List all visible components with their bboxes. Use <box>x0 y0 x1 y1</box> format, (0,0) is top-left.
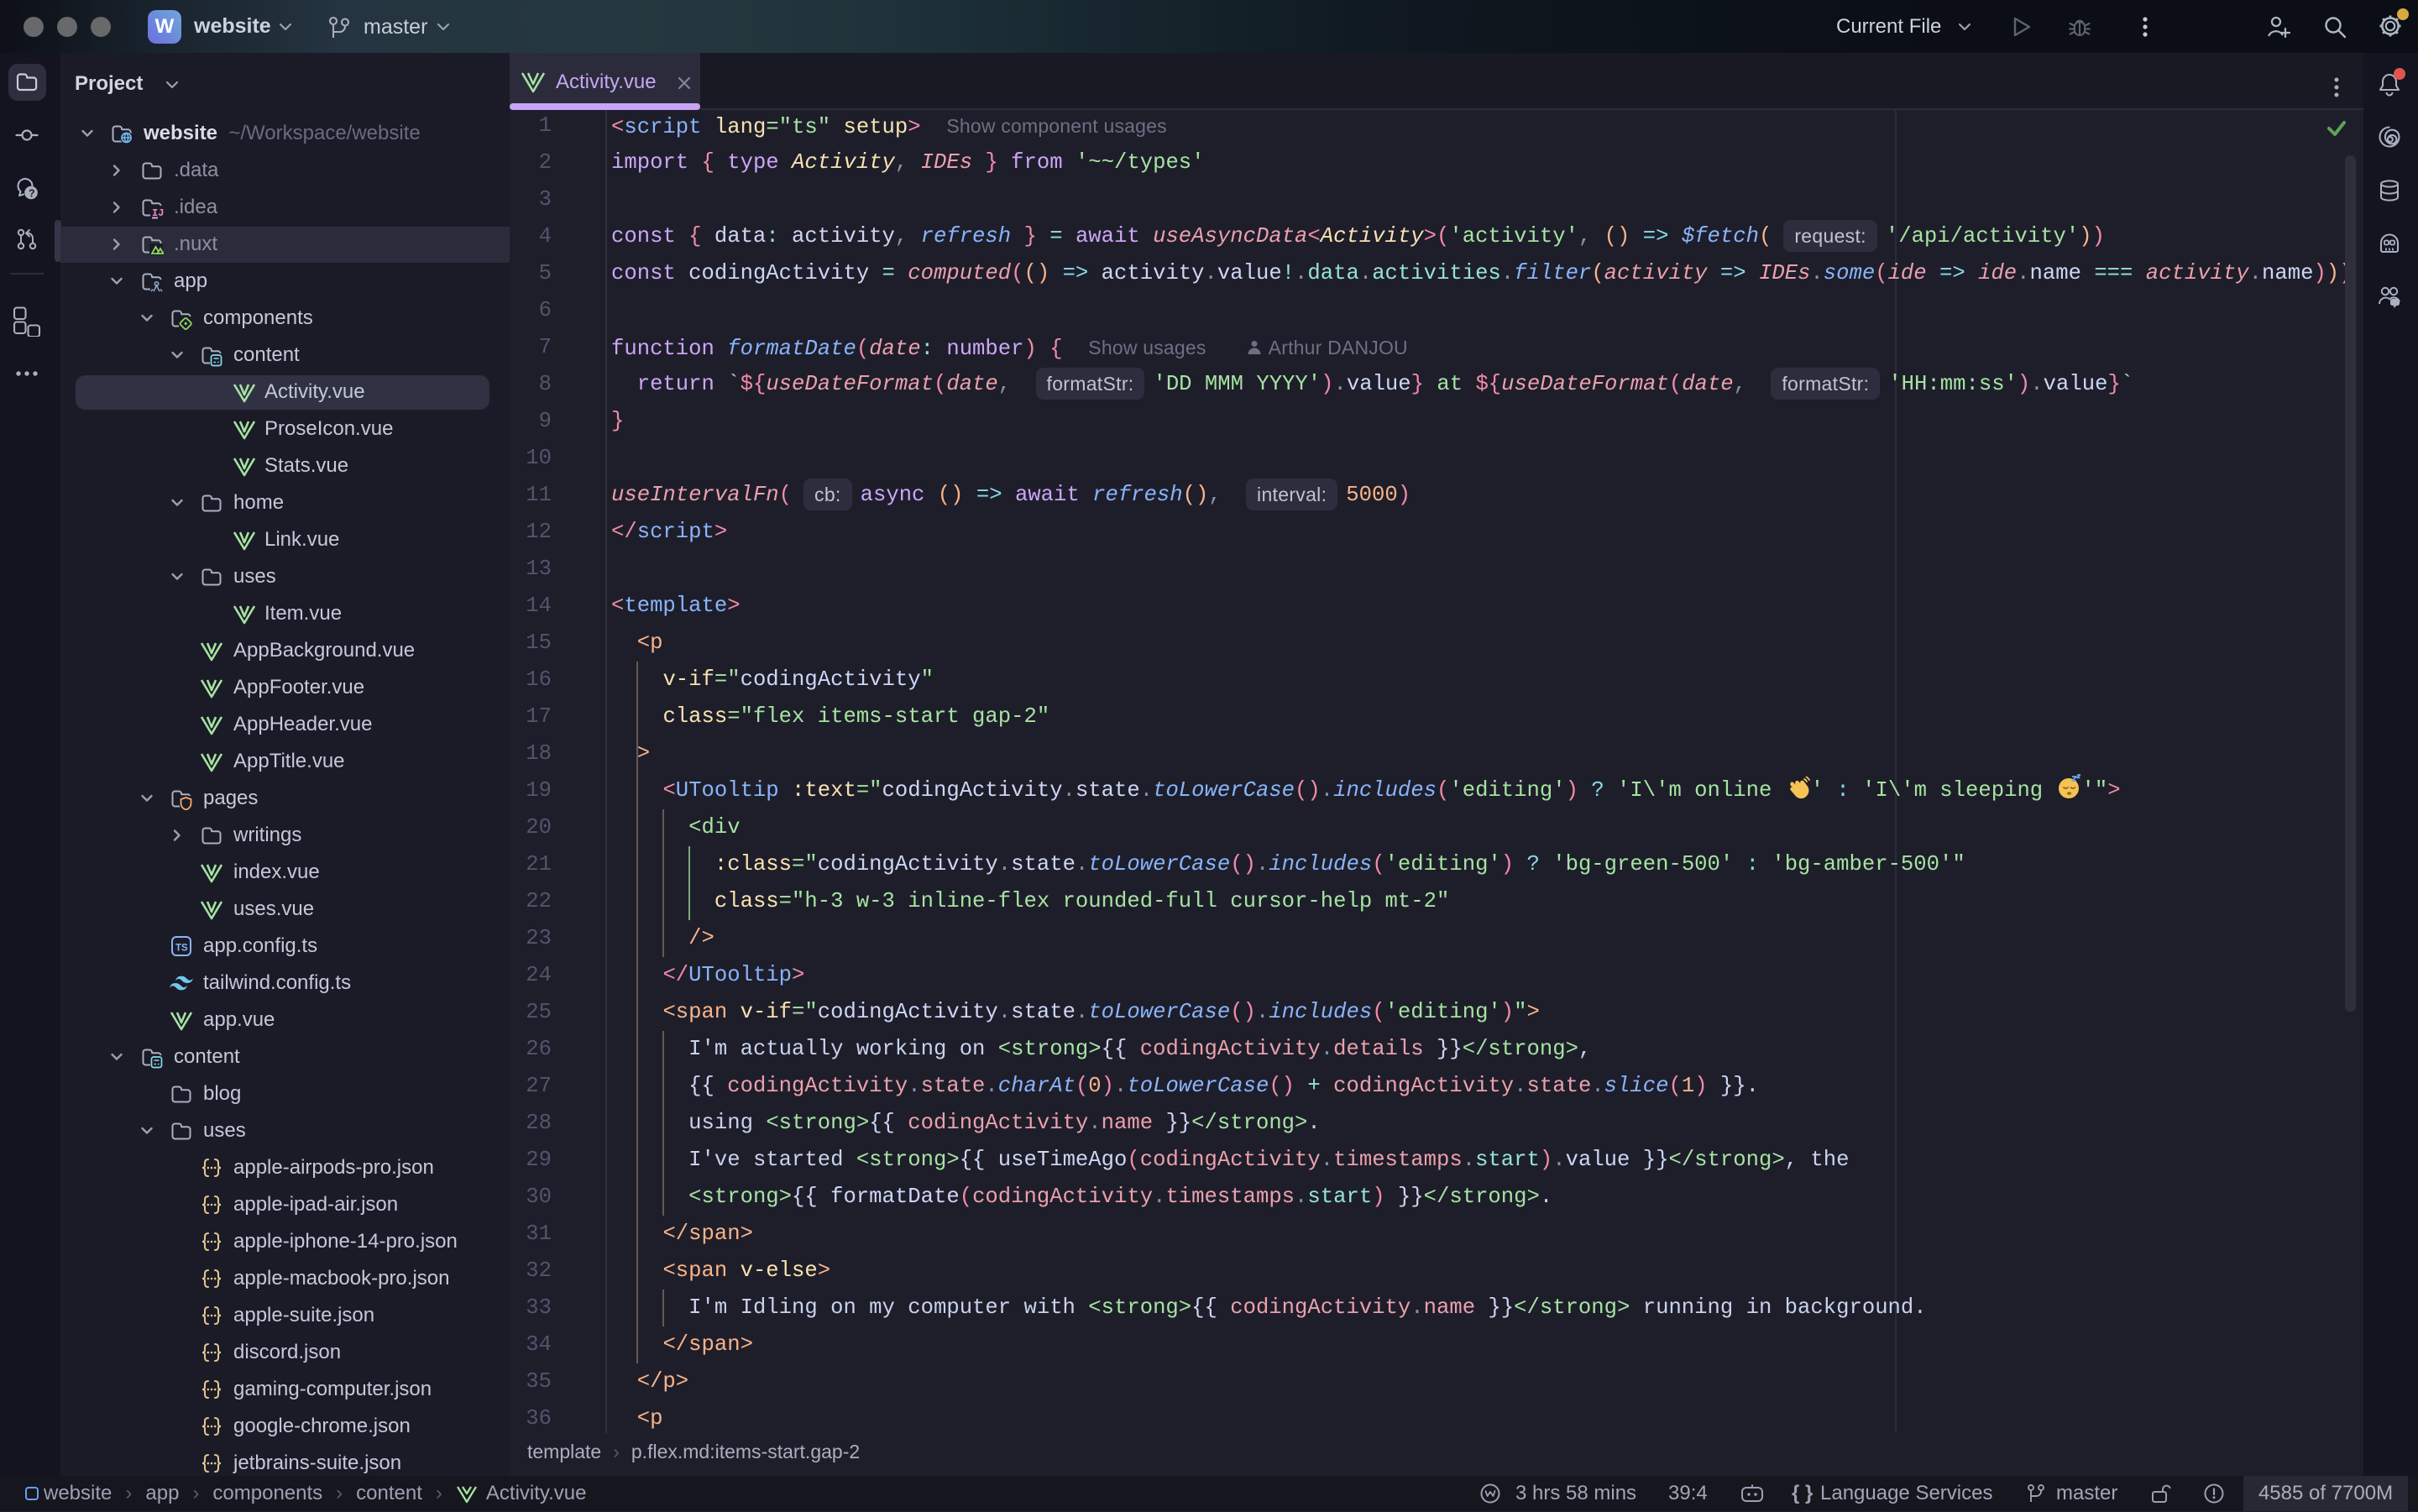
svg-text:TS: TS <box>175 943 188 953</box>
svg-text:?: ? <box>29 188 35 200</box>
